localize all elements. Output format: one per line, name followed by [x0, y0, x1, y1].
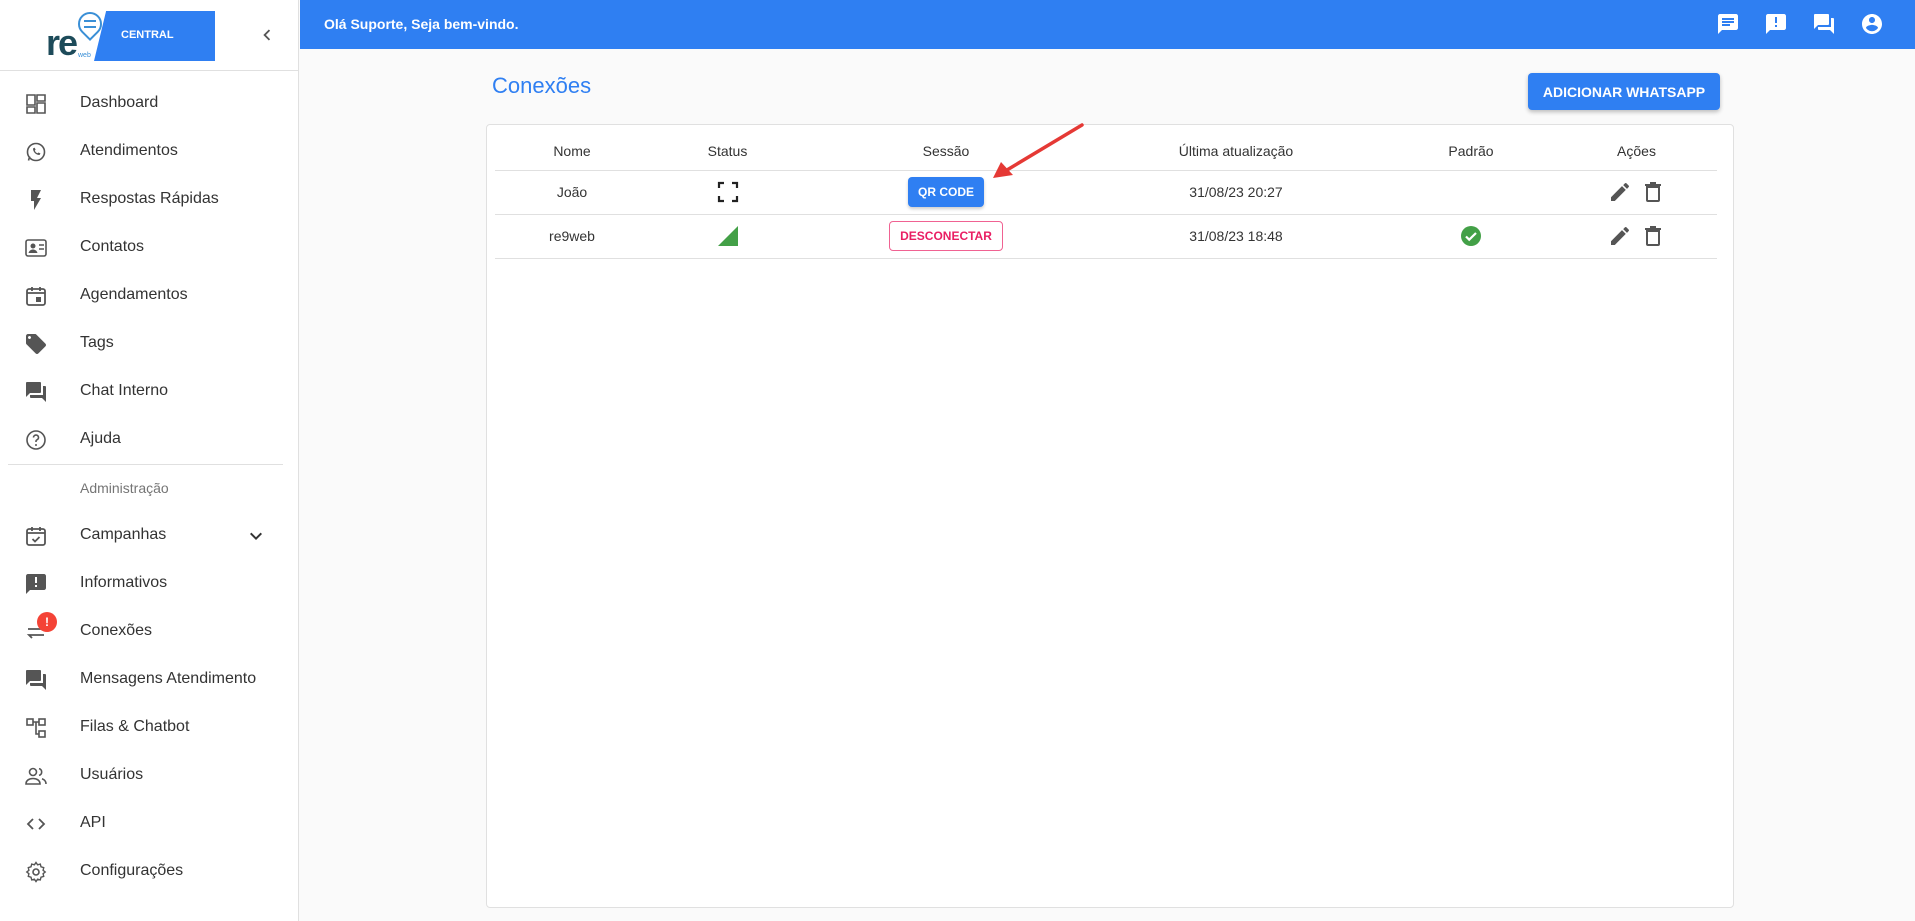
- sidebar-item-contatos[interactable]: Contatos: [0, 225, 299, 269]
- message-icon[interactable]: [1716, 12, 1740, 36]
- sidebar-item-label: Atendimentos: [80, 142, 178, 159]
- connection-actions: [1556, 170, 1717, 215]
- sidebar-item-campanhas[interactable]: Campanhas: [0, 513, 299, 557]
- greeting-text: Olá Suporte, Seja bem-vindo.: [324, 16, 519, 32]
- connection-status: [649, 170, 806, 215]
- chat-icon: [26, 670, 46, 690]
- chevron-left-icon[interactable]: [256, 24, 278, 46]
- connection-updated: 31/08/23 20:27: [1086, 170, 1386, 215]
- connection-actions: [1556, 214, 1717, 259]
- nav-divider: [8, 464, 283, 465]
- column-header-actions: Ações: [1556, 133, 1717, 171]
- tag-icon: [26, 334, 46, 354]
- sidebar-item-filas-chatbot[interactable]: Filas & Chatbot: [0, 705, 299, 749]
- sidebar-item-label: Agendamentos: [80, 286, 188, 303]
- sidebar-item-label: Filas & Chatbot: [80, 718, 190, 735]
- logo-subtext: web: [78, 52, 91, 59]
- column-header-status: Status: [649, 133, 806, 171]
- sidebar-item-api[interactable]: API: [0, 801, 299, 845]
- delete-icon[interactable]: [1641, 180, 1665, 204]
- sidebar-item-label: API: [80, 814, 106, 831]
- sidebar-item-dashboard[interactable]: Dashboard: [0, 81, 299, 125]
- disconnect-button[interactable]: DESCONECTAR: [889, 221, 1003, 251]
- sidebar-item-configuracoes[interactable]: Configurações: [0, 849, 299, 893]
- signal-icon: [717, 226, 738, 246]
- column-header-default: Padrão: [1386, 133, 1556, 171]
- qr-scan-icon: [717, 181, 738, 203]
- sidebar-item-tags[interactable]: Tags: [0, 321, 299, 365]
- check-circle-icon: [1461, 226, 1481, 246]
- sidebar-item-informativos[interactable]: Informativos: [0, 561, 299, 605]
- delete-icon[interactable]: [1641, 224, 1665, 248]
- connection-status: [649, 214, 806, 259]
- edit-icon[interactable]: [1608, 180, 1632, 204]
- announcement-icon: [26, 574, 46, 594]
- settings-icon: [25, 861, 47, 883]
- forum-icon[interactable]: [1812, 12, 1836, 36]
- sidebar-item-label: Dashboard: [80, 94, 159, 111]
- brand-banner: CENTRAL: [94, 11, 215, 61]
- account-circle-icon[interactable]: [1860, 12, 1884, 36]
- page-title: Conexões: [492, 73, 592, 98]
- logo-area: re web CENTRAL: [0, 0, 299, 71]
- sidebar-item-label: Campanhas: [80, 526, 167, 543]
- top-app-bar: Olá Suporte, Seja bem-vindo.: [300, 0, 1915, 49]
- sidebar-item-label: Informativos: [80, 574, 168, 591]
- help-icon: [26, 430, 46, 450]
- logo-text: re: [46, 22, 78, 63]
- connection-default: [1386, 214, 1556, 259]
- column-header-name: Nome: [495, 133, 649, 171]
- sidebar-item-label: Configurações: [80, 862, 184, 879]
- sidebar-item-usuarios[interactable]: Usuários: [0, 753, 299, 797]
- connection-name: João: [495, 170, 649, 215]
- contact-card-icon: [25, 239, 47, 257]
- connection-updated: 31/08/23 18:48: [1086, 214, 1386, 259]
- notification-badge: !: [37, 612, 57, 632]
- connection-name: re9web: [495, 214, 649, 259]
- brand-banner-text: CENTRAL: [121, 29, 174, 41]
- announcement-icon[interactable]: [1764, 12, 1788, 36]
- forum-icon: [26, 382, 46, 402]
- column-header-updated: Última atualização: [1086, 133, 1386, 171]
- sidebar-item-mensagens-atendimento[interactable]: Mensagens Atendimento: [0, 657, 299, 701]
- chevron-down-icon[interactable]: [244, 524, 268, 548]
- sidebar-item-atendimentos[interactable]: Atendimentos: [0, 129, 299, 173]
- sidebar-item-ajuda[interactable]: Ajuda: [0, 417, 299, 461]
- people-icon: [25, 767, 47, 785]
- sidebar-item-label: Ajuda: [80, 430, 121, 447]
- sidebar-item-label: Chat Interno: [80, 382, 169, 399]
- flash-icon: [31, 190, 41, 210]
- connection-session: DESCONECTAR: [806, 214, 1086, 259]
- connections-table: Nome Status Sessão Última atualização Pa…: [495, 133, 1717, 259]
- sidebar-item-chat-interno[interactable]: Chat Interno: [0, 369, 299, 413]
- annotation-arrow-icon: [993, 123, 1084, 178]
- admin-section-header: Administração: [80, 480, 169, 496]
- sidebar-item-agendamentos[interactable]: Agendamentos: [0, 273, 299, 317]
- table-row: João QR CODE 31/08/23 20:27: [495, 170, 1717, 215]
- add-whatsapp-button[interactable]: ADICIONAR WHATSAPP: [1528, 73, 1720, 110]
- sidebar-item-label: Respostas Rápidas: [80, 190, 219, 207]
- connections-panel: Nome Status Sessão Última atualização Pa…: [486, 124, 1734, 908]
- dashboard-icon: [26, 94, 46, 114]
- code-icon: [26, 818, 46, 830]
- edit-icon[interactable]: [1608, 224, 1632, 248]
- connection-default: [1386, 170, 1556, 215]
- sidebar-item-label: Mensagens Atendimento: [80, 670, 257, 687]
- qr-code-button[interactable]: QR CODE: [908, 177, 984, 207]
- event-check-icon: [26, 527, 46, 546]
- sidebar-item-label: Conexões: [80, 622, 153, 639]
- calendar-icon: [26, 287, 46, 306]
- sidebar-item-respostas-rapidas[interactable]: Respostas Rápidas: [0, 177, 299, 221]
- table-row: re9web DESCONECTAR 31/08/23 18:48: [495, 214, 1717, 259]
- sidebar-item-label: Usuários: [80, 766, 144, 783]
- sidebar-item-label: Contatos: [80, 238, 145, 255]
- sidebar: re web CENTRAL Dashboard Atendimentos Re…: [0, 0, 299, 921]
- account-tree-icon: [26, 718, 46, 738]
- sidebar-item-label: Tags: [80, 334, 114, 351]
- whatsapp-icon: [26, 142, 46, 162]
- table-header-row: Nome Status Sessão Última atualização Pa…: [495, 133, 1717, 171]
